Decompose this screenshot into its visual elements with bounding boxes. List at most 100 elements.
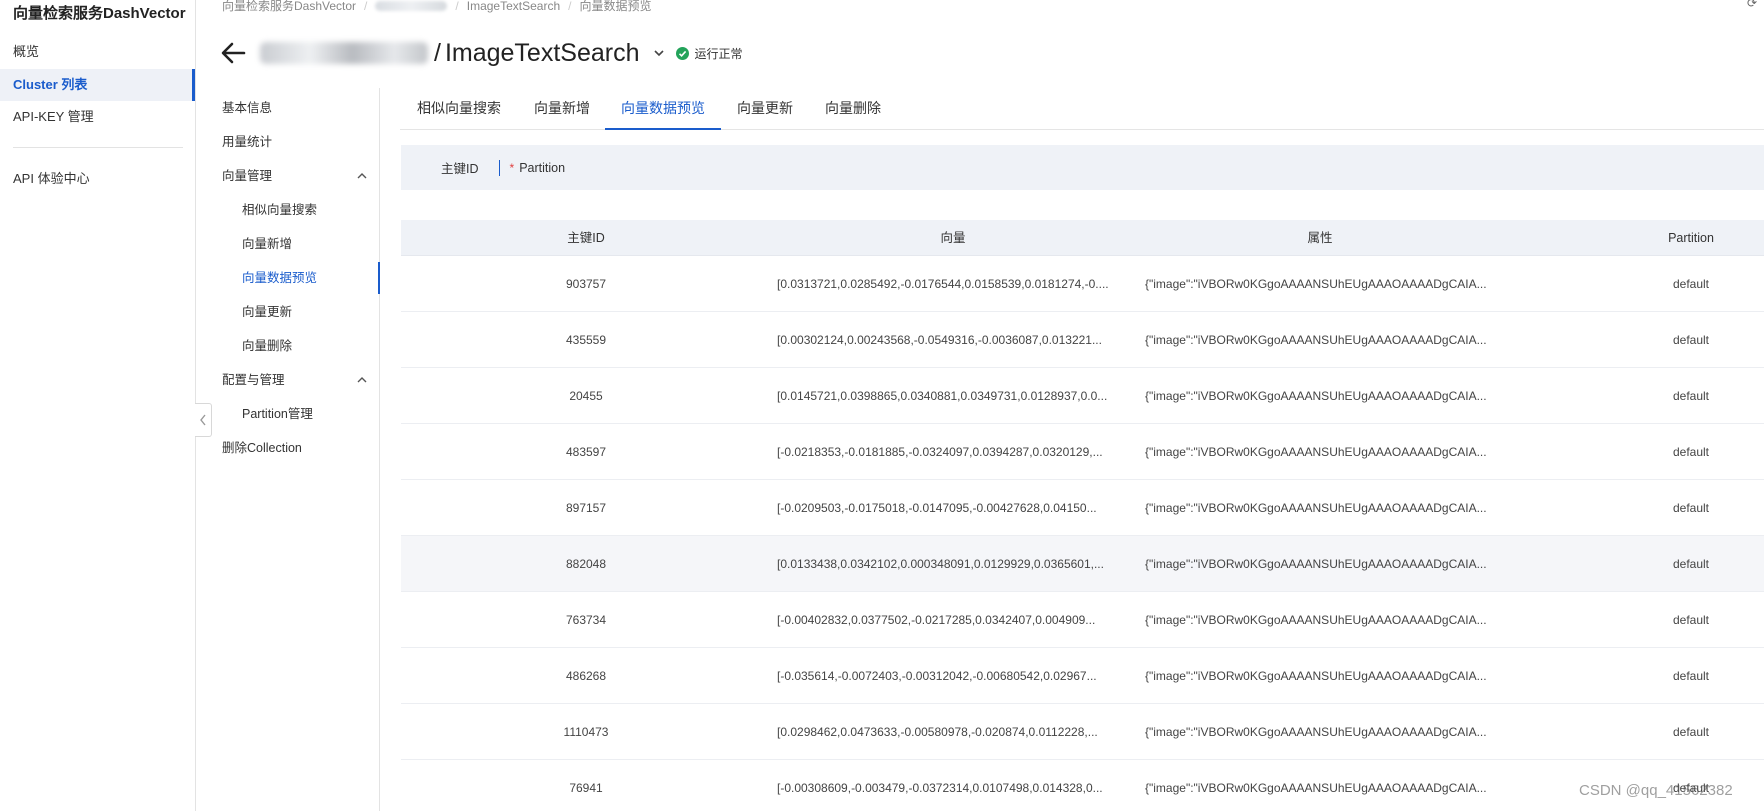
cell-id: 20455 [569,389,603,403]
chevron-up-icon [357,377,367,383]
tab-vector-delete[interactable]: 向量删除 [809,88,897,130]
cell-id: 897157 [565,501,607,515]
tab-vector-update[interactable]: 向量更新 [721,88,809,130]
subnav-group-config[interactable]: 配置与管理 [197,364,380,396]
cell-id: 483597 [565,445,607,459]
subnav-group-vector-management[interactable]: 向量管理 [197,160,380,192]
breadcrumb-item-service[interactable]: 向量检索服务DashVector [222,0,356,14]
breadcrumb: 向量检索服务DashVector / / ImageTextSearch / 向… [222,0,651,14]
cell-vector: [-0.00308609,-0.003479,-0.0372314,0.0107… [777,781,1103,795]
subnav-group-label: 配置与管理 [222,373,285,387]
table-row[interactable]: 763734 [-0.00402832,0.0377502,-0.0217285,… [401,592,1764,648]
table-row[interactable]: 486268 [-0.035614,-0.0072403,-0.00312042,… [401,648,1764,704]
breadcrumb-item-collection[interactable]: ImageTextSearch [467,0,560,13]
filter-bar: 主键ID * Partition [401,145,1764,190]
cell-id: 1110473 [563,725,609,739]
page-title: ImageTextSearch [444,38,640,67]
required-mark: * [509,160,515,175]
cell-id: 435559 [565,333,607,347]
table-row[interactable]: 903757 [0.0313721,0.0285492,-0.0176544,0.… [401,256,1764,312]
cell-id: 882048 [565,557,607,571]
sidebar-divider [13,147,183,148]
subnav-item-vector-add[interactable]: 向量新增 [197,228,380,260]
cell-vector: [-0.0218353,-0.0181885,-0.0324097,0.0394… [777,445,1103,459]
column-header-attributes: 属性 [1307,231,1333,245]
subnav-item-similar-search[interactable]: 相似向量搜索 [197,194,380,226]
subnav-item-usage[interactable]: 用量统计 [197,126,380,158]
check-circle-icon [675,46,689,60]
sidebar-item-overview[interactable]: 概览 [0,36,195,68]
cell-partition: default [1672,725,1710,739]
subnav-item-vector-update[interactable]: 向量更新 [197,296,380,328]
cell-attributes: {"image":"iVBORw0KGgoAAAANSUhEUgAAAOAAAA… [1145,277,1487,291]
chevron-down-icon[interactable] [652,46,666,60]
tab-similar-search[interactable]: 相似向量搜索 [400,88,518,130]
table-body: 903757 [0.0313721,0.0285492,-0.0176544,0.… [401,256,1764,811]
app-root: 向量检索服务DashVector 概览 Cluster 列表 API-KEY 管… [0,0,1764,811]
cell-vector: [0.0298462,0.0473633,-0.00580978,-0.0208… [777,725,1098,739]
cell-attributes: {"image":"iVBORw0KGgoAAAANSUhEUgAAAOAAAA… [1145,389,1487,403]
subnav-item-basic-info[interactable]: 基本信息 [197,92,380,124]
cell-partition: default [1672,445,1710,459]
table-header: 主键ID 向量 属性 Partition [401,220,1764,256]
cell-id: 76941 [569,781,603,795]
column-header-vector: 向量 [940,231,966,245]
cell-vector: [-0.0209503,-0.0175018,-0.0147095,-0.004… [777,501,1097,515]
chevron-left-icon [200,414,206,426]
subnav-item-delete-collection[interactable]: 删除Collection [197,432,380,464]
tab-vector-preview[interactable]: 向量数据预览 [605,88,721,130]
tab-vector-add[interactable]: 向量新增 [518,88,606,130]
sidebar-item-api-key[interactable]: API-KEY 管理 [0,101,195,133]
sidebar-item-api-playground[interactable]: API 体验中心 [0,163,195,195]
cell-vector: [-0.00402832,0.0377502,-0.0217285,0.0342… [777,613,1096,627]
back-arrow-icon[interactable] [220,41,246,65]
cell-attributes: {"image":"iVBORw0KGgoAAAANSUhEUgAAAOAAAA… [1145,613,1487,627]
primary-key-filter[interactable]: 主键ID [441,158,479,177]
cell-vector: [0.00302124,0.00243568,-0.0549316,-0.003… [777,333,1102,347]
breadcrumb-item-cluster-redacted[interactable] [375,0,448,11]
global-sidebar: 向量检索服务DashVector 概览 Cluster 列表 API-KEY 管… [0,0,196,811]
table-row[interactable]: 435559 [0.00302124,0.00243568,-0.0549316,… [401,312,1764,368]
watermark: CSDN @qq_41562382 [1579,782,1733,799]
cell-attributes: {"image":"iVBORw0KGgoAAAANSUhEUgAAAOAAAA… [1145,501,1487,515]
refresh-icon[interactable]: ⟳ [1747,0,1757,10]
cell-partition: default [1672,613,1710,627]
subnav-item-vector-preview[interactable]: 向量数据预览 [197,262,380,294]
cell-vector: [-0.035614,-0.0072403,-0.00312042,-0.006… [777,669,1097,683]
cell-attributes: {"image":"iVBORw0KGgoAAAANSUhEUgAAAOAAAA… [1145,669,1487,683]
subnav-item-vector-delete[interactable]: 向量删除 [197,330,380,362]
cell-id: 486268 [565,669,607,683]
table-row[interactable]: 483597 [-0.0218353,-0.0181885,-0.0324097,… [401,424,1764,480]
table-row[interactable]: 1110473 [0.0298462,0.0473633,-0.00580978,… [401,704,1764,760]
cell-attributes: {"image":"iVBORw0KGgoAAAANSUhEUgAAAOAAAA… [1145,781,1487,795]
cell-vector: [0.0145721,0.0398865,0.0340881,0.0349731… [777,389,1108,403]
status-text: 运行正常 [694,46,743,61]
brand-title: 向量检索服务DashVector [13,5,186,22]
table-row[interactable]: 76941 [-0.00308609,-0.003479,-0.0372314,0… [401,760,1764,811]
cell-vector: [0.0313721,0.0285492,-0.0176544,0.015853… [777,277,1109,291]
cell-id: 903757 [565,277,607,291]
cell-partition: default [1672,501,1710,515]
page-header: / ImageTextSearch 运行正常 [220,33,743,73]
breadcrumb-item-current: 向量数据预览 [579,0,652,13]
cluster-name-redacted [260,42,428,64]
collection-subnav: 基本信息 用量统计 向量管理 相似向量搜索 向量新增 向量数据预览 向量更新 向… [197,88,380,811]
cell-partition: default [1672,669,1710,683]
cell-partition: default [1672,389,1710,403]
table-row[interactable]: 882048 [0.0133438,0.0342102,0.000348091,0… [401,536,1764,592]
cell-partition: default [1672,557,1710,571]
sidebar-item-cluster-list[interactable]: Cluster 列表 [0,69,195,101]
cell-vector: [0.0133438,0.0342102,0.000348091,0.01299… [777,557,1104,571]
table-row[interactable]: 897157 [-0.0209503,-0.0175018,-0.0147095,… [401,480,1764,536]
subnav-item-partition-management[interactable]: Partition管理 [197,398,380,430]
cell-attributes: {"image":"iVBORw0KGgoAAAANSUhEUgAAAOAAAA… [1145,445,1487,459]
table-row[interactable]: 20455 [0.0145721,0.0398865,0.0340881,0.03… [401,368,1764,424]
cell-attributes: {"image":"iVBORw0KGgoAAAANSUhEUgAAAOAAAA… [1145,333,1487,347]
partition-filter[interactable]: Partition [519,161,565,175]
collapse-sidebar-button[interactable] [195,403,212,437]
column-header-id: 主键ID [567,231,605,245]
cell-partition: default [1672,333,1710,347]
tab-bar: 相似向量搜索 向量新增 向量数据预览 向量更新 向量删除 [400,88,1764,130]
cell-attributes: {"image":"iVBORw0KGgoAAAANSUhEUgAAAOAAAA… [1145,557,1487,571]
vector-table: 主键ID 向量 属性 Partition 903757 [0.0313721,0.… [401,220,1764,811]
